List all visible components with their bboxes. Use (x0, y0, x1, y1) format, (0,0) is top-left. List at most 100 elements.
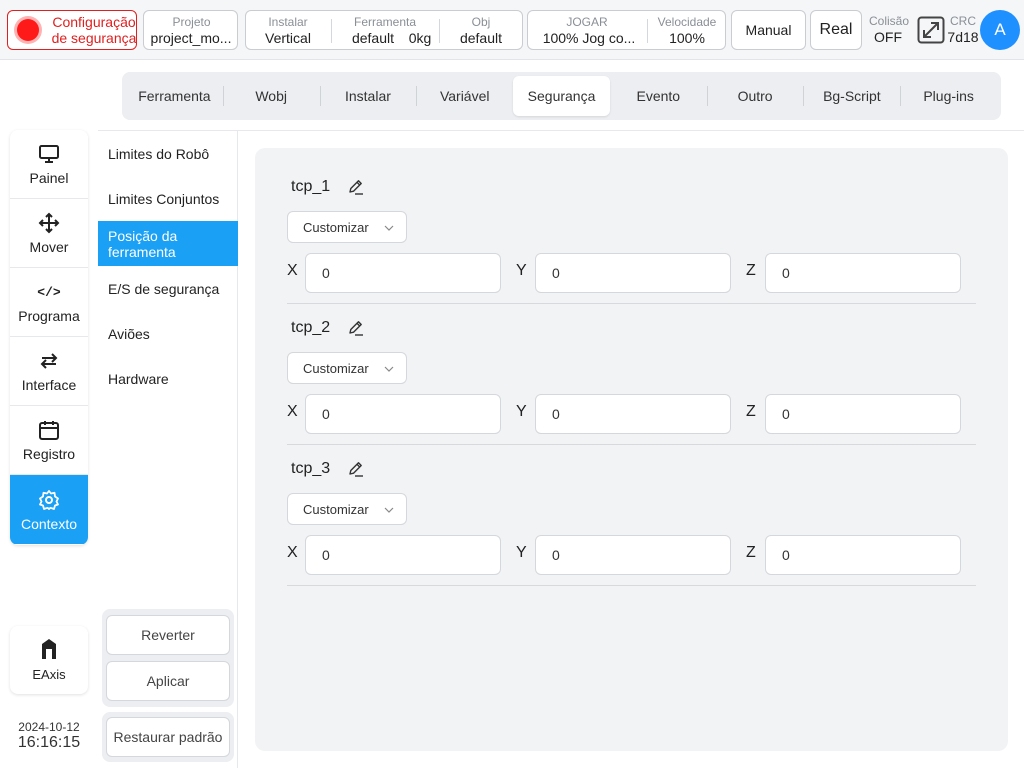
nav-item-painel[interactable]: Painel (10, 130, 88, 199)
axis-label-y: Y (516, 544, 527, 561)
tool-value: default (351, 30, 395, 46)
safety-config-label-line2: de segurança (51, 30, 137, 46)
tab-variavel[interactable]: Variável (416, 76, 513, 116)
nav-item-label: Mover (29, 239, 69, 255)
edit-icon[interactable] (347, 319, 365, 337)
edit-icon[interactable] (347, 178, 365, 196)
tcp-section: tcp_3 Customizar X Y Z (287, 430, 976, 586)
mode-manual-button[interactable]: Manual (731, 10, 806, 50)
restore-defaults-button[interactable]: Restaurar padrão (106, 717, 230, 757)
divider (287, 585, 976, 586)
axis-label-x: X (287, 403, 298, 420)
axis-label-x: X (287, 544, 298, 561)
tcp-section: tcp_1 Customizar X Y Z (287, 148, 976, 304)
tcp-z-input[interactable] (765, 394, 961, 434)
gear-icon (38, 488, 60, 512)
edit-icon[interactable] (347, 460, 365, 478)
tab-evento[interactable]: Evento (610, 76, 707, 116)
collision-label: Colisão (868, 14, 910, 28)
axis-label-z: Z (746, 544, 756, 561)
expand-icon[interactable] (917, 16, 945, 44)
system-date: 2024-10-12 (18, 720, 80, 734)
nav-item-contexto[interactable]: Contexto (10, 475, 88, 544)
safety-config-label: Configuração de segurança (50, 14, 138, 46)
tcp-mode-select[interactable]: Customizar (287, 352, 407, 384)
move-arrows-icon (38, 211, 60, 235)
tab-outro[interactable]: Outro (706, 76, 804, 116)
tcp-z-input[interactable] (765, 535, 961, 575)
install-value: Vertical (265, 30, 311, 46)
nav-item-label: Painel (29, 170, 69, 186)
submenu-item-hardware[interactable]: Hardware (98, 356, 238, 401)
axis-label-z: Z (746, 403, 756, 420)
tcp-y-input[interactable] (535, 253, 731, 293)
jog-value: 100% Jog co... (542, 30, 636, 46)
nav-item-mover[interactable]: Mover (10, 199, 88, 268)
tcp-y-input[interactable] (535, 394, 731, 434)
chevron-down-icon (384, 507, 394, 513)
tcp-mode-value: Customizar (303, 219, 369, 235)
submenu-item-planes[interactable]: Aviões (98, 311, 238, 356)
tab-plug-ins[interactable]: Plug-ins (900, 76, 997, 116)
tab-ferramenta[interactable]: Ferramenta (126, 76, 223, 116)
main-nav: Painel Mover </> Programa Interface Regi… (10, 130, 88, 545)
context-tabs: Ferramenta Wobj Instalar Variável Segura… (122, 72, 1001, 120)
tab-bg-script[interactable]: Bg-Script (803, 76, 900, 116)
restore-group: Restaurar padrão (102, 712, 234, 762)
submenu-item-tool-position[interactable]: Posição da ferramenta (98, 221, 238, 266)
tool-mass-value: 0kg (408, 30, 432, 46)
chevron-down-icon (384, 366, 394, 372)
tcp-y-input[interactable] (535, 535, 731, 575)
tab-seguranca[interactable]: Segurança (513, 76, 610, 116)
tcp-name: tcp_1 (291, 178, 331, 195)
eaxis-icon (39, 638, 59, 663)
tcp-name: tcp_2 (291, 319, 331, 336)
real-mode-button[interactable]: Real (810, 10, 862, 50)
nav-item-programa[interactable]: </> Programa (10, 268, 88, 337)
actions-group: Reverter Aplicar (102, 609, 234, 707)
nav-item-interface[interactable]: Interface (10, 337, 88, 406)
tab-instalar[interactable]: Instalar (319, 76, 417, 116)
apply-button[interactable]: Aplicar (106, 661, 230, 701)
jog-label: JOGAR (566, 15, 608, 29)
tcp-mode-select[interactable]: Customizar (287, 211, 407, 243)
eaxis-button[interactable]: EAxis (10, 626, 88, 694)
install-label: Instalar (268, 15, 308, 29)
tool-label: Ferramenta (353, 15, 417, 29)
calendar-icon (38, 418, 60, 442)
project-label: Projeto (172, 15, 211, 29)
crc-value: 7d18 (947, 29, 979, 45)
tab-wobj[interactable]: Wobj (222, 76, 320, 116)
project-value: project_mo... (150, 30, 232, 46)
chevron-down-icon (384, 225, 394, 231)
user-avatar[interactable]: A (980, 10, 1020, 50)
submenu-item-joint-limits[interactable]: Limites Conjuntos (98, 176, 238, 221)
submenu-item-safety-io[interactable]: E/S de segurança (98, 266, 238, 311)
tcp-mode-select[interactable]: Customizar (287, 493, 407, 525)
tcp-mode-value: Customizar (303, 501, 369, 517)
tcp-x-input[interactable] (305, 535, 501, 575)
nav-item-registro[interactable]: Registro (10, 406, 88, 475)
tcp-mode-value: Customizar (303, 360, 369, 376)
tcp-x-input[interactable] (305, 253, 501, 293)
speed-value: 100% (669, 30, 705, 46)
swap-icon (38, 349, 60, 373)
obj-label: Obj (471, 15, 491, 29)
axis-label-z: Z (746, 262, 756, 279)
project-selector[interactable]: Projeto project_mo... (143, 10, 238, 50)
eaxis-label: EAxis (32, 667, 66, 682)
tcp-z-input[interactable] (765, 253, 961, 293)
safety-status-indicator-icon (17, 19, 39, 41)
safety-config-button[interactable]: Configuração de segurança (7, 10, 137, 50)
crc-label: CRC (950, 14, 976, 28)
revert-button[interactable]: Reverter (106, 615, 230, 655)
collision-value: OFF (874, 29, 902, 45)
install-tool-obj-group[interactable]: Instalar Vertical Ferramenta default 0kg… (245, 10, 523, 50)
obj-value: default (459, 30, 503, 46)
tcp-section: tcp_2 Customizar X Y Z (287, 289, 976, 445)
nav-item-label: Interface (21, 377, 77, 393)
tcp-x-input[interactable] (305, 394, 501, 434)
code-icon: </> (37, 284, 61, 300)
jog-speed-group[interactable]: JOGAR 100% Jog co... Velocidade 100% (527, 10, 726, 50)
submenu-item-robot-limits[interactable]: Limites do Robô (98, 131, 238, 176)
